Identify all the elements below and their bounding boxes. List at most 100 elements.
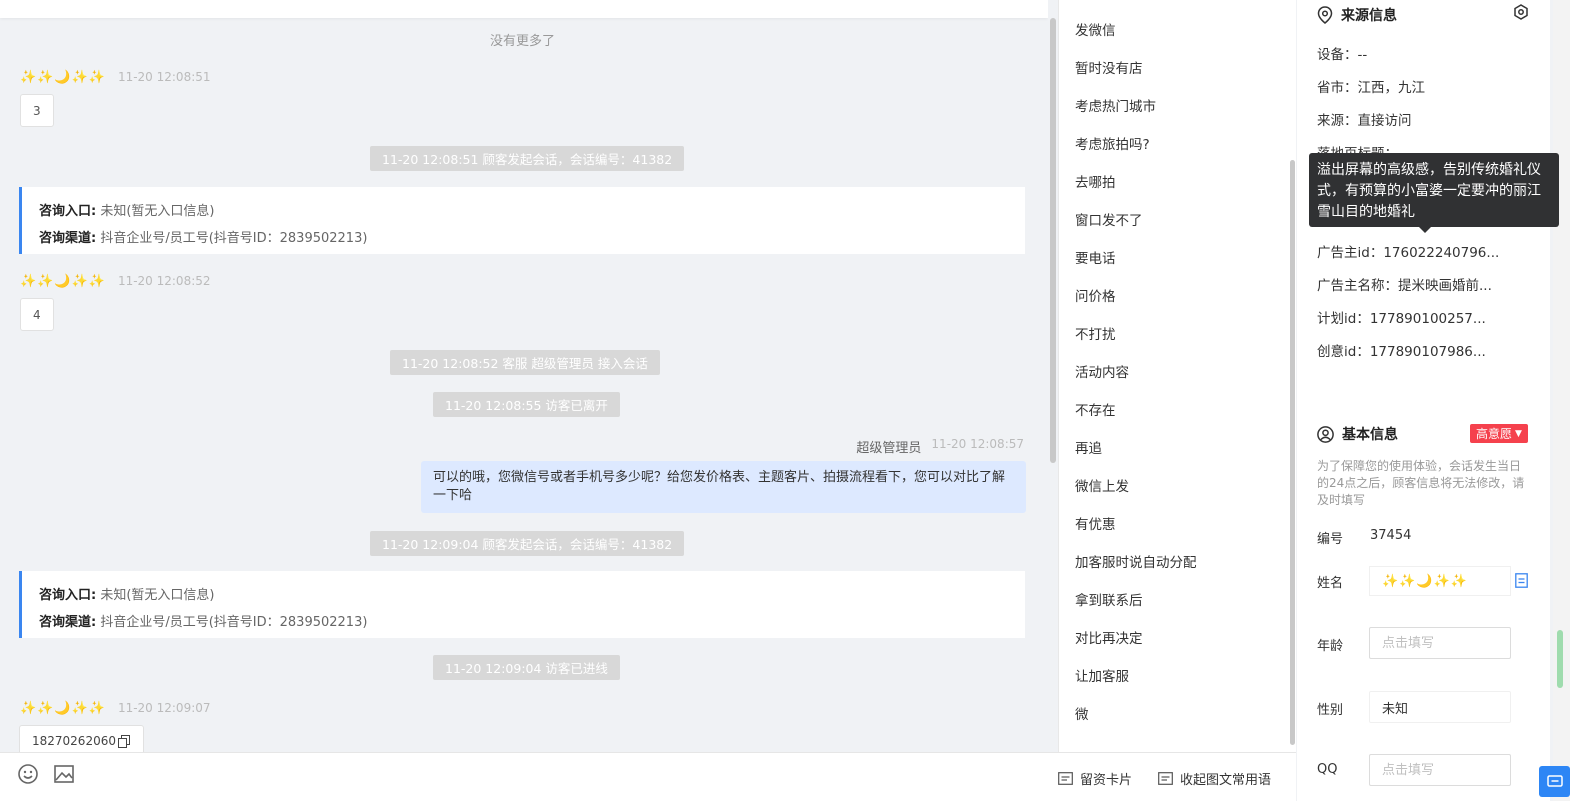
- gender-select[interactable]: [1369, 691, 1511, 723]
- quick-reply-item[interactable]: 微: [1075, 703, 1089, 723]
- customer-message-bubble: 4: [20, 298, 54, 331]
- source-info-label: 来源：: [1317, 113, 1358, 129]
- quick-reply-item[interactable]: 问价格: [1075, 285, 1116, 305]
- entry-value: 未知(暂无入口信息): [100, 204, 215, 219]
- chat-icon: [1546, 774, 1563, 787]
- system-message: 11-20 12:09:04 访客已进线: [433, 655, 620, 680]
- quick-reply-item[interactable]: 不存在: [1075, 399, 1116, 419]
- customer-message-header: ✨✨🌙✨✨ 11-20 12:08:51: [20, 68, 211, 86]
- panel-scrollbar-thumb[interactable]: [1557, 630, 1563, 688]
- quick-reply-item[interactable]: 微信上发: [1075, 475, 1129, 495]
- customer-message-bubble: 18270262060: [19, 725, 144, 752]
- system-message: 11-20 12:09:04 顾客发起会话，会话编号：41382: [370, 531, 685, 556]
- system-message: 11-20 12:08:55 访客已离开: [433, 392, 620, 417]
- location-icon: [1317, 6, 1333, 24]
- source-info-row: 设备：--: [1317, 43, 1367, 63]
- message-time: 11-20 12:08:51: [117, 70, 211, 84]
- source-info-value: 177890100257...: [1369, 311, 1486, 327]
- system-message: 11-20 12:08:51 顾客发起会话，会话编号：41382: [370, 146, 685, 171]
- qq-input[interactable]: [1369, 754, 1511, 786]
- tooltip-arrow: [1419, 227, 1431, 233]
- feedback-button[interactable]: [1539, 766, 1570, 797]
- source-info-row: 来源：直接访问: [1317, 109, 1412, 129]
- entry-value: 未知(暂无入口信息): [100, 588, 215, 603]
- quick-reply-item[interactable]: 加客服时说自动分配: [1075, 551, 1197, 571]
- source-info-value: 177890107986...: [1369, 344, 1486, 360]
- source-info-row: 省市：江西，九江: [1317, 76, 1425, 96]
- channel-label: 咨询渠道:: [39, 231, 97, 246]
- source-info-label: 计划id：: [1317, 311, 1370, 327]
- source-info-value: 176022240796...: [1383, 245, 1500, 261]
- quick-reply-item[interactable]: 对比再决定: [1075, 627, 1143, 647]
- chat-header: [0, 0, 1048, 18]
- source-info-title: 来源信息: [1317, 5, 1397, 25]
- chat-scrollbar[interactable]: [1050, 18, 1056, 463]
- no-more-text: 没有更多了: [489, 34, 555, 49]
- caret-down-icon: ▼: [1515, 428, 1522, 439]
- creative-name-tooltip: 溢出屏幕的高级感，告别传统婚礼仪式，有预算的小富婆一定要冲的丽江雪山目的地婚礼: [1309, 153, 1559, 227]
- customer-message-header: ✨✨🌙✨✨ 11-20 12:09:07: [20, 699, 211, 717]
- entry-label: 咨询入口:: [39, 204, 97, 219]
- channel-value: 抖音企业号/员工号(抖音号ID：2839502213): [100, 231, 368, 246]
- source-info-row: 计划id：177890100257...: [1317, 307, 1486, 327]
- quick-reply-item[interactable]: 让加客服: [1075, 665, 1129, 685]
- consult-info-card: 咨询入口: 未知(暂无入口信息) 咨询渠道: 抖音企业号/员工号(抖音号ID：2…: [19, 187, 1025, 254]
- consult-info-card: 咨询入口: 未知(暂无入口信息) 咨询渠道: 抖音企业号/员工号(抖音号ID：2…: [19, 571, 1025, 638]
- input-toolbar: 留资卡片 收起图文常用语: [0, 752, 1296, 801]
- quick-reply-item[interactable]: 考虑热门城市: [1075, 95, 1156, 115]
- customer-info-panel: 来源信息 设备：--省市：江西，九江来源：直接访问落地页标题：--落地页：pro…: [1297, 0, 1550, 801]
- edit-notice: 为了保障您的使用体验，会话发生当日的24点之后，顾客信息将无法修改，请及时填写: [1317, 459, 1525, 507]
- source-info-label: 设备：: [1317, 47, 1358, 63]
- quick-reply-item[interactable]: 活动内容: [1075, 361, 1129, 381]
- id-value: 37454: [1370, 528, 1412, 543]
- source-info-value: 提米映画婚前...: [1398, 278, 1492, 294]
- edit-icon[interactable]: [1515, 573, 1528, 588]
- quick-reply-item[interactable]: 要电话: [1075, 247, 1116, 267]
- system-message: 11-20 12:08:52 客服 超级管理员 接入会话: [390, 350, 660, 375]
- message-icon: [1158, 772, 1173, 785]
- chat-area: 没有更多了 ✨✨🌙✨✨ 11-20 12:08:51 3 11-20 12:08…: [0, 0, 1048, 752]
- quick-reply-item[interactable]: 拿到联系后: [1075, 589, 1143, 609]
- quick-reply-item[interactable]: 发微信: [1075, 19, 1116, 39]
- image-icon[interactable]: [53, 763, 75, 785]
- basic-info-title: 基本信息: [1317, 424, 1398, 444]
- customer-name: ✨✨🌙✨✨: [20, 273, 106, 289]
- age-label: 年龄: [1317, 639, 1344, 654]
- customer-message-bubble: 3: [20, 94, 54, 127]
- channel-value: 抖音企业号/员工号(抖音号ID：2839502213): [100, 615, 368, 630]
- lead-card-button[interactable]: 留资卡片: [1058, 769, 1132, 788]
- quick-reply-item[interactable]: 考虑旅拍吗?: [1075, 133, 1150, 153]
- collapse-phrases-label: 收起图文常用语: [1180, 773, 1272, 788]
- quick-reply-item[interactable]: 再追: [1075, 437, 1102, 457]
- quick-reply-item[interactable]: 窗口发不了: [1075, 209, 1143, 229]
- quick-replies-scrollbar[interactable]: [1290, 160, 1295, 745]
- source-info-label: 广告主名称：: [1317, 278, 1398, 294]
- source-info-row: 广告主名称：提米映画婚前...: [1317, 274, 1492, 294]
- copy-icon[interactable]: [117, 734, 131, 748]
- agent-message-bubble: 可以的哦，您微信号或者手机号多少呢？给您发价格表、主题客片、拍摄流程看下，您可以…: [421, 461, 1026, 513]
- source-info-value: 江西，九江: [1357, 80, 1426, 96]
- source-info-value: --: [1357, 47, 1368, 63]
- customer-name: ✨✨🌙✨✨: [20, 700, 106, 716]
- card-icon: [1058, 772, 1073, 785]
- phone-number: 18270262060: [32, 734, 116, 748]
- settings-icon[interactable]: [1513, 4, 1529, 20]
- source-info-label: 广告主id：: [1317, 245, 1384, 261]
- source-info-row: 广告主id：176022240796...: [1317, 241, 1499, 261]
- customer-message-header: ✨✨🌙✨✨ 11-20 12:08:52: [20, 272, 211, 290]
- intent-badge[interactable]: 高意愿 ▼: [1470, 424, 1528, 443]
- collapse-phrases-button[interactable]: 收起图文常用语: [1158, 769, 1271, 788]
- quick-reply-item[interactable]: 暂时没有店: [1075, 57, 1143, 77]
- message-time: 11-20 12:08:52: [117, 274, 211, 288]
- quick-reply-item[interactable]: 不打扰: [1075, 323, 1116, 343]
- quick-reply-item[interactable]: 去哪拍: [1075, 171, 1116, 191]
- name-label: 姓名: [1317, 576, 1344, 591]
- age-input[interactable]: [1369, 627, 1511, 659]
- name-field[interactable]: ✨✨🌙✨✨: [1369, 566, 1511, 596]
- entry-label: 咨询入口:: [39, 588, 97, 603]
- quick-reply-item[interactable]: 有优惠: [1075, 513, 1116, 533]
- source-info-value: 直接访问: [1357, 113, 1412, 129]
- smile-icon[interactable]: [17, 763, 39, 785]
- source-info-label: 省市：: [1317, 80, 1358, 96]
- user-icon: [1317, 425, 1334, 443]
